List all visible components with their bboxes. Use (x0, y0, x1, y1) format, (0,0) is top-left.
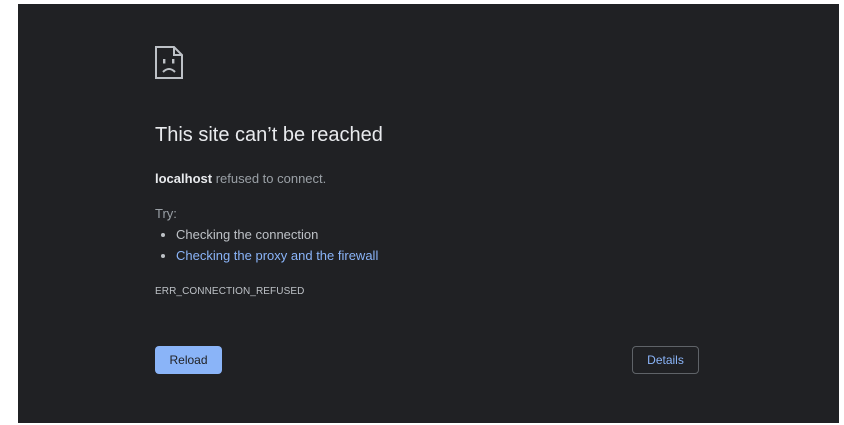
suggestion-check-connection: Checking the connection (155, 224, 378, 245)
suggestion-check-proxy-link[interactable]: Checking the proxy and the firewall (155, 245, 378, 266)
error-message: localhost refused to connect. (155, 171, 326, 186)
error-code: ERR_CONNECTION_REFUSED (155, 286, 305, 297)
reload-button[interactable]: Reload (155, 346, 222, 374)
host-name: localhost (155, 171, 213, 186)
page-title: This site can’t be reached (155, 124, 383, 146)
suggestions-list: Checking the connection Checking the pro… (155, 224, 378, 266)
message-suffix: refused to connect. (212, 171, 327, 186)
sad-page-icon (154, 45, 186, 81)
try-label: Try: (155, 206, 177, 221)
details-button[interactable]: Details (632, 346, 699, 374)
error-page: This site can’t be reached localhost ref… (18, 4, 839, 423)
